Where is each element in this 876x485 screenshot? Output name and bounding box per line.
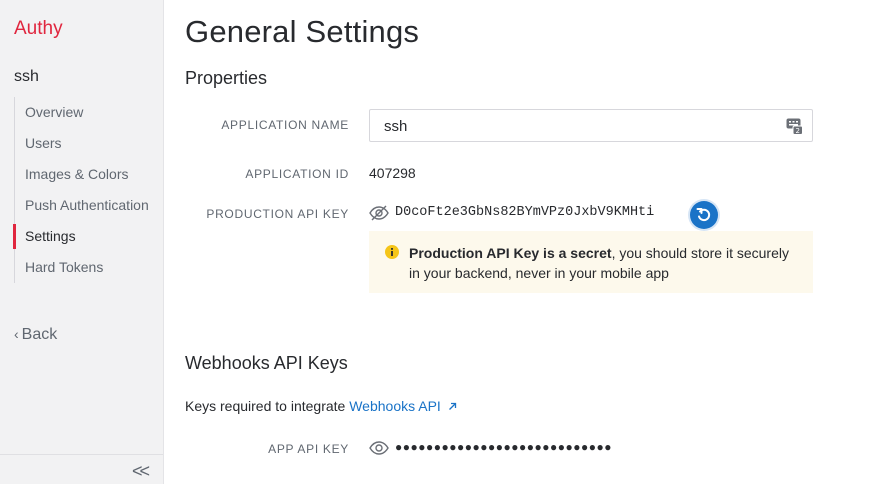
sidebar-item-settings[interactable]: Settings (13, 221, 165, 252)
sidebar-nav: Overview Users Images & Colors Push Auth… (13, 97, 165, 283)
app-api-key-masked-value: ●●●●●●●●●●●●●●●●●●●●●●●●●●●● (395, 440, 612, 454)
webhooks-description: Keys required to integrate Webhooks API (185, 398, 457, 414)
production-api-key-label: PRODUCTION API KEY (206, 207, 349, 221)
secret-key-notice: Production API Key is a secret, you shou… (369, 231, 813, 293)
app-name: ssh (14, 68, 39, 85)
webhooks-api-link[interactable]: Webhooks API (349, 398, 456, 414)
chevron-left-icon: ‹ (14, 326, 19, 342)
eye-slash-icon[interactable] (369, 205, 389, 226)
back-label: Back (21, 326, 58, 343)
svg-text:2: 2 (795, 127, 799, 135)
double-chevron-left-icon[interactable]: << (132, 461, 150, 482)
info-icon (385, 245, 399, 264)
external-link-icon (448, 402, 456, 410)
sidebar-footer: << (0, 454, 163, 485)
application-id-value: 407298 (369, 165, 416, 181)
application-name-label: APPLICATION NAME (221, 118, 349, 132)
sidebar-item-hard-tokens[interactable]: Hard Tokens (15, 252, 165, 283)
sidebar-item-push-authentication[interactable]: Push Authentication (15, 190, 165, 221)
sidebar-item-images-colors[interactable]: Images & Colors (15, 159, 165, 190)
application-name-input[interactable] (382, 117, 776, 136)
application-id-label: APPLICATION ID (245, 167, 349, 181)
application-name-field-wrapper: 2 (369, 109, 813, 142)
refresh-icon (696, 208, 711, 222)
regenerate-key-button[interactable] (690, 201, 718, 229)
sidebar-item-overview[interactable]: Overview (15, 97, 165, 128)
app-api-key-label: APP API KEY (268, 442, 349, 456)
main-content: General Settings Properties APPLICATION … (164, 0, 876, 484)
notice-text: Production API Key is a secret, you shou… (409, 243, 799, 283)
webhooks-heading: Webhooks API Keys (185, 353, 348, 373)
brand-logo[interactable]: Authy (14, 18, 63, 40)
eye-icon[interactable] (369, 441, 389, 460)
sidebar-item-users[interactable]: Users (15, 128, 165, 159)
webhooks-description-text: Keys required to integrate (185, 398, 350, 414)
keyboard-icon[interactable]: 2 (786, 118, 803, 140)
sidebar: Authy ssh Overview Users Images & Colors… (0, 0, 164, 484)
notice-bold-text: Production API Key is a secret (409, 245, 612, 261)
properties-heading: Properties (185, 68, 268, 88)
webhooks-api-link-label: Webhooks API (349, 398, 441, 414)
page-title: General Settings (185, 14, 420, 49)
production-api-key-value: D0coFt2e3GbNs82BYmVPz0JxbV9KMHti (395, 205, 655, 220)
back-link[interactable]: ‹ Back (14, 326, 57, 344)
